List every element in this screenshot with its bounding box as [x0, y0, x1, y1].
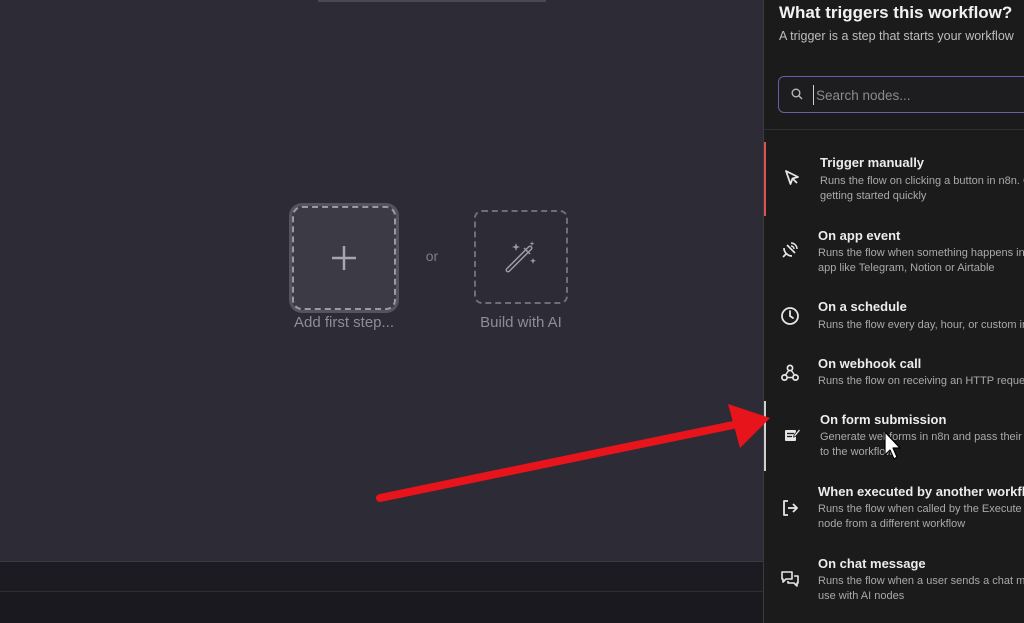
search-icon: [791, 88, 803, 100]
sign-in-icon: [783, 500, 798, 516]
build-with-ai-label[interactable]: Build with AI: [462, 314, 580, 331]
node-title: On webhook call: [818, 356, 922, 371]
plus-icon: [332, 246, 356, 270]
canvas-top-strip: [318, 0, 546, 2]
node-on-chat-message[interactable]: On chat message Runs the flow when a use…: [764, 545, 1024, 617]
node-description: Runs the flow every day, hour, or custom…: [818, 319, 1024, 331]
node-title: When executed by another workflow: [818, 484, 1024, 499]
form-icon: [785, 428, 802, 441]
node-on-a-schedule[interactable]: On a schedule Runs the flow every day, h…: [764, 288, 1024, 344]
search-box[interactable]: [778, 76, 1024, 113]
node-description: use with AI nodes: [818, 590, 905, 602]
node-description: Runs the flow on receiving an HTTP reque…: [818, 375, 1024, 387]
or-separator: or: [425, 248, 439, 264]
node-description: to the workflow: [820, 446, 894, 458]
node-description: node from a different workflow: [818, 518, 966, 530]
node-description: Runs the flow on clicking a button in n8…: [820, 175, 1024, 187]
panel-subtitle: A trigger is a step that starts your wor…: [779, 29, 1014, 43]
search-input[interactable]: [813, 85, 1024, 105]
node-title: On a schedule: [818, 299, 907, 314]
node-title: On app event: [818, 228, 901, 243]
node-title: On chat message: [818, 556, 926, 571]
add-first-step-button[interactable]: [292, 206, 396, 310]
panel-title: What triggers this workflow?: [779, 3, 1013, 22]
node-description: Runs the flow when a user sends a chat m…: [818, 575, 1024, 587]
node-trigger-manually[interactable]: Trigger manually Runs the flow on clicki…: [764, 142, 1024, 216]
node-on-webhook-call[interactable]: On webhook call Runs the flow on receivi…: [764, 345, 1024, 401]
trigger-picker-panel: What triggers this workflow? A trigger i…: [763, 0, 1024, 623]
chat-icon: [781, 571, 799, 587]
node-title: On form submission: [820, 412, 947, 427]
canvas-bottom-toolbar: [0, 561, 763, 591]
node-on-form-submission[interactable]: On form submission Generate webforms in …: [764, 401, 1024, 471]
node-description: Runs the flow when called by the Execute…: [818, 503, 1024, 515]
header-divider: [764, 129, 1024, 130]
add-first-step-label[interactable]: Add first step...: [276, 314, 412, 331]
node-on-app-event[interactable]: On app event Runs the flow when somethin…: [764, 216, 1024, 286]
canvas-bottom-strip: [0, 591, 763, 623]
build-with-ai-button[interactable]: [474, 210, 568, 304]
satellite-icon: [782, 242, 798, 258]
panel-header: What triggers this workflow? A trigger i…: [764, 0, 1024, 142]
webhook-icon: [781, 364, 799, 381]
node-description: Runs the flow when something happens in …: [818, 247, 1024, 259]
node-when-executed-by-another-workflow[interactable]: When executed by another workflow Runs t…: [764, 473, 1024, 545]
node-description: app like Telegram, Notion or Airtable: [818, 262, 995, 274]
workflow-canvas[interactable]: Add first step... or Build with AI: [0, 0, 763, 561]
node-description: Generate webforms in n8n and pass their …: [820, 431, 1024, 443]
cursor-icon: [785, 170, 799, 185]
clock-icon: [781, 307, 799, 325]
node-description: getting started quickly: [820, 190, 927, 202]
magic-wand-icon: [505, 241, 536, 273]
node-title: Trigger manually: [820, 155, 925, 170]
